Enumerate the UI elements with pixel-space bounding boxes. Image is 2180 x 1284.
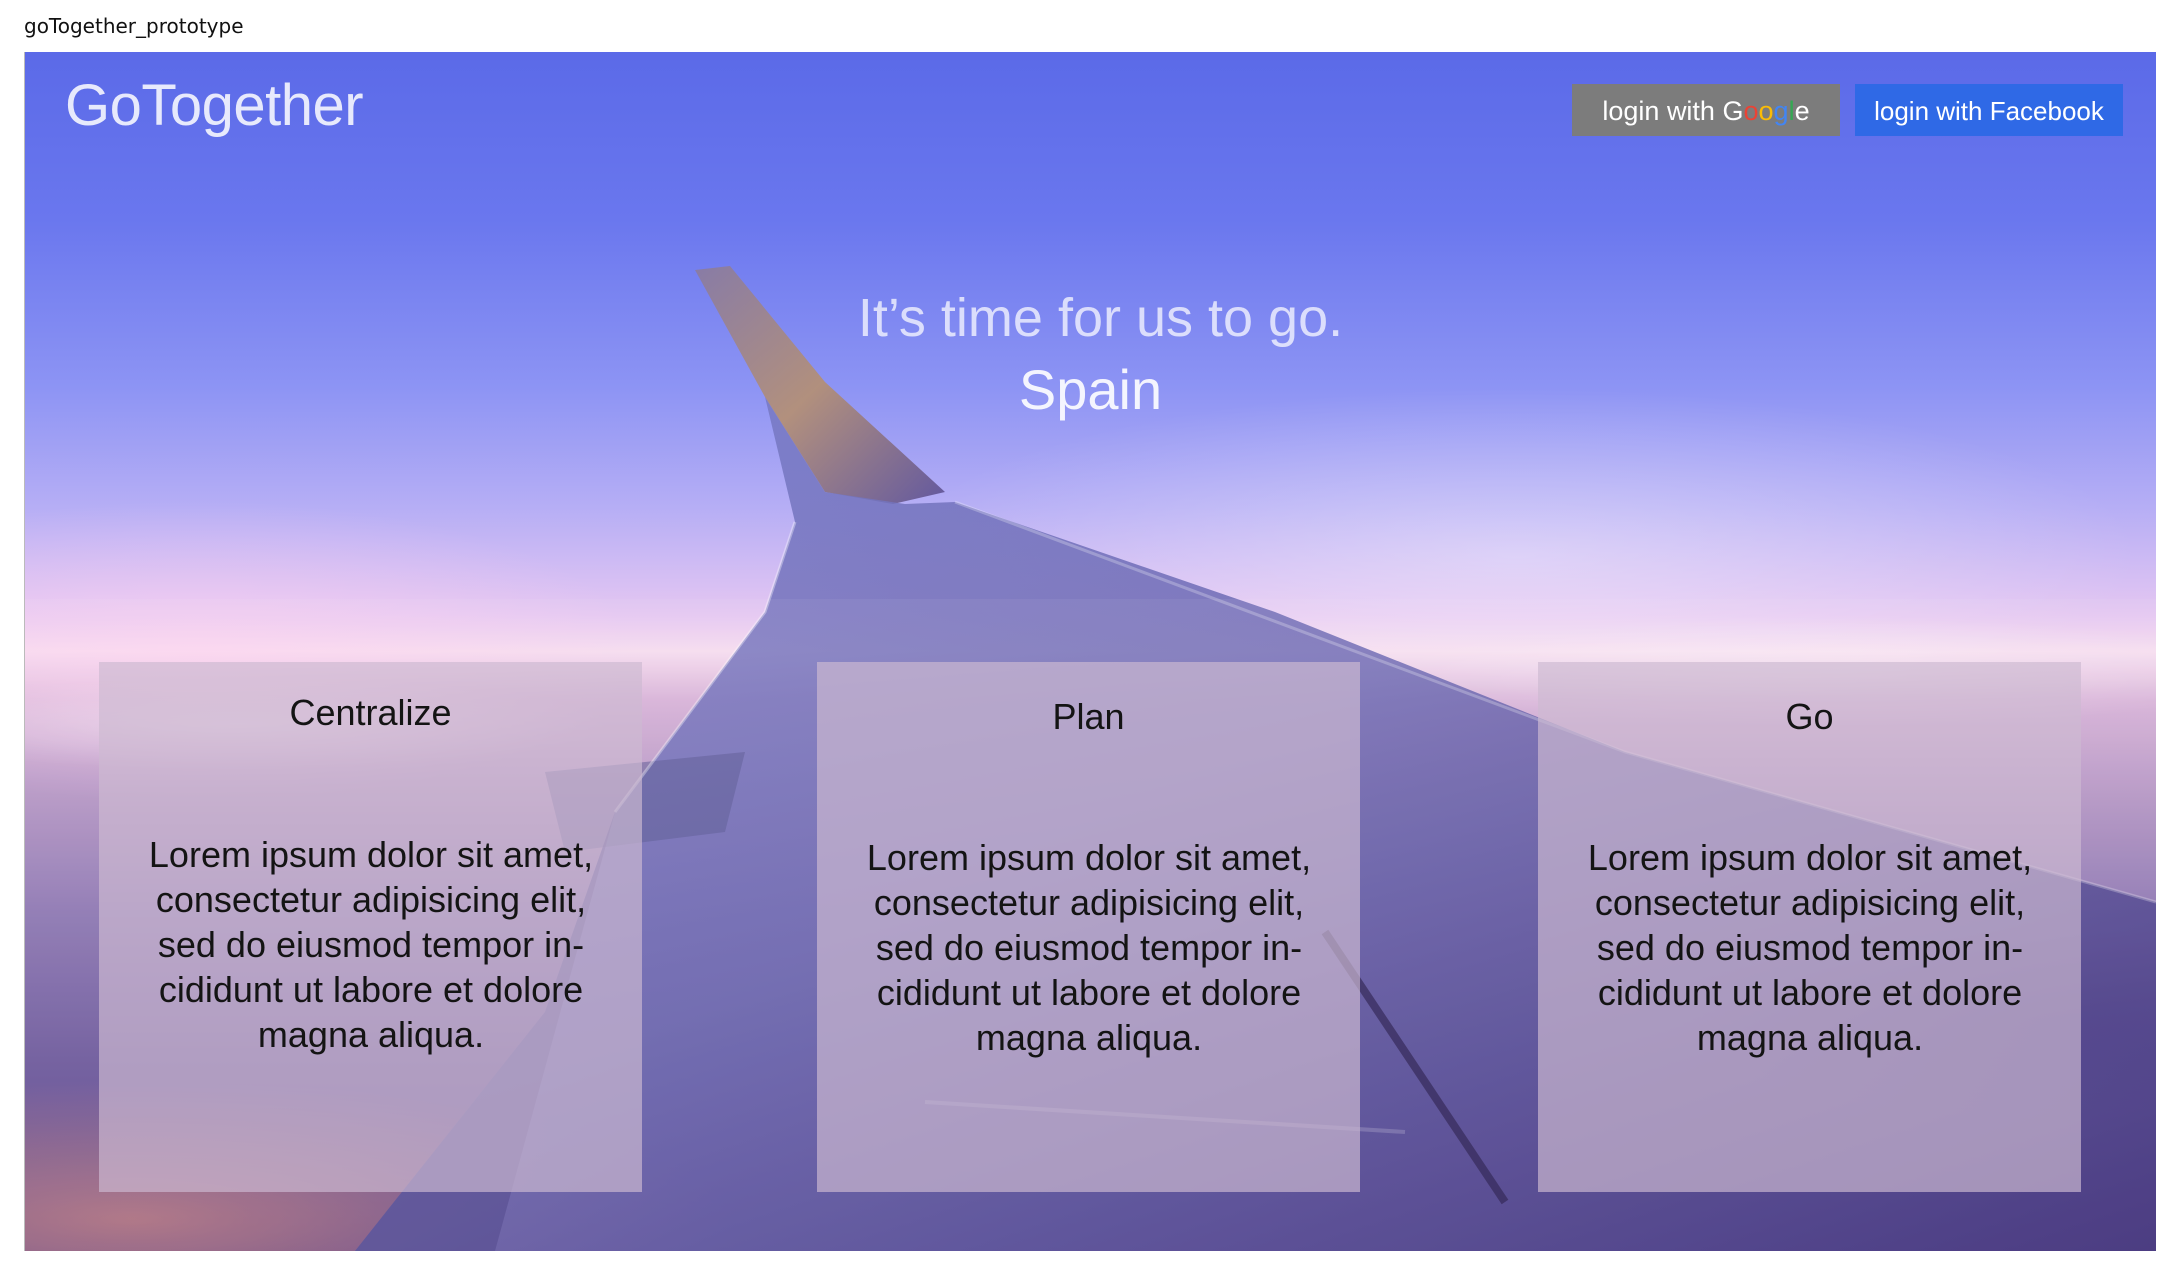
hero-destination: Spain [1018,358,1163,421]
card-body: Lorem ipsum dolor sit amet, consectetur … [148,834,594,1055]
card-title: Plan [1052,696,1125,737]
login-google-label: login with [1602,96,1723,126]
google-logo-icon: Google [1722,96,1810,126]
card-title: Centralize [289,692,452,733]
card-body: Lorem ipsum dolor sit amet, consectetur … [866,837,1312,1058]
hero-background: GoTogether login with Google login with … [24,52,2156,1251]
feature-card-plan: Plan Lorem ipsum dolor sit amet, consect… [817,662,1360,1192]
window-title: goTogether_prototype [24,14,244,38]
feature-card-centralize: Centralize Lorem ipsum dolor sit amet, c… [99,662,642,1192]
card-title: Go [1785,696,1834,737]
app-logo[interactable]: GoTogether [65,72,364,139]
login-google-button[interactable]: login with Google [1572,84,1840,136]
hero-tagline: It’s time for us to go. [857,288,1344,348]
card-body: Lorem ipsum dolor sit amet, consectetur … [1587,837,2033,1058]
feature-card-go: Go Lorem ipsum dolor sit amet, consectet… [1538,662,2081,1192]
login-facebook-button[interactable]: login with Facebook [1855,84,2123,136]
